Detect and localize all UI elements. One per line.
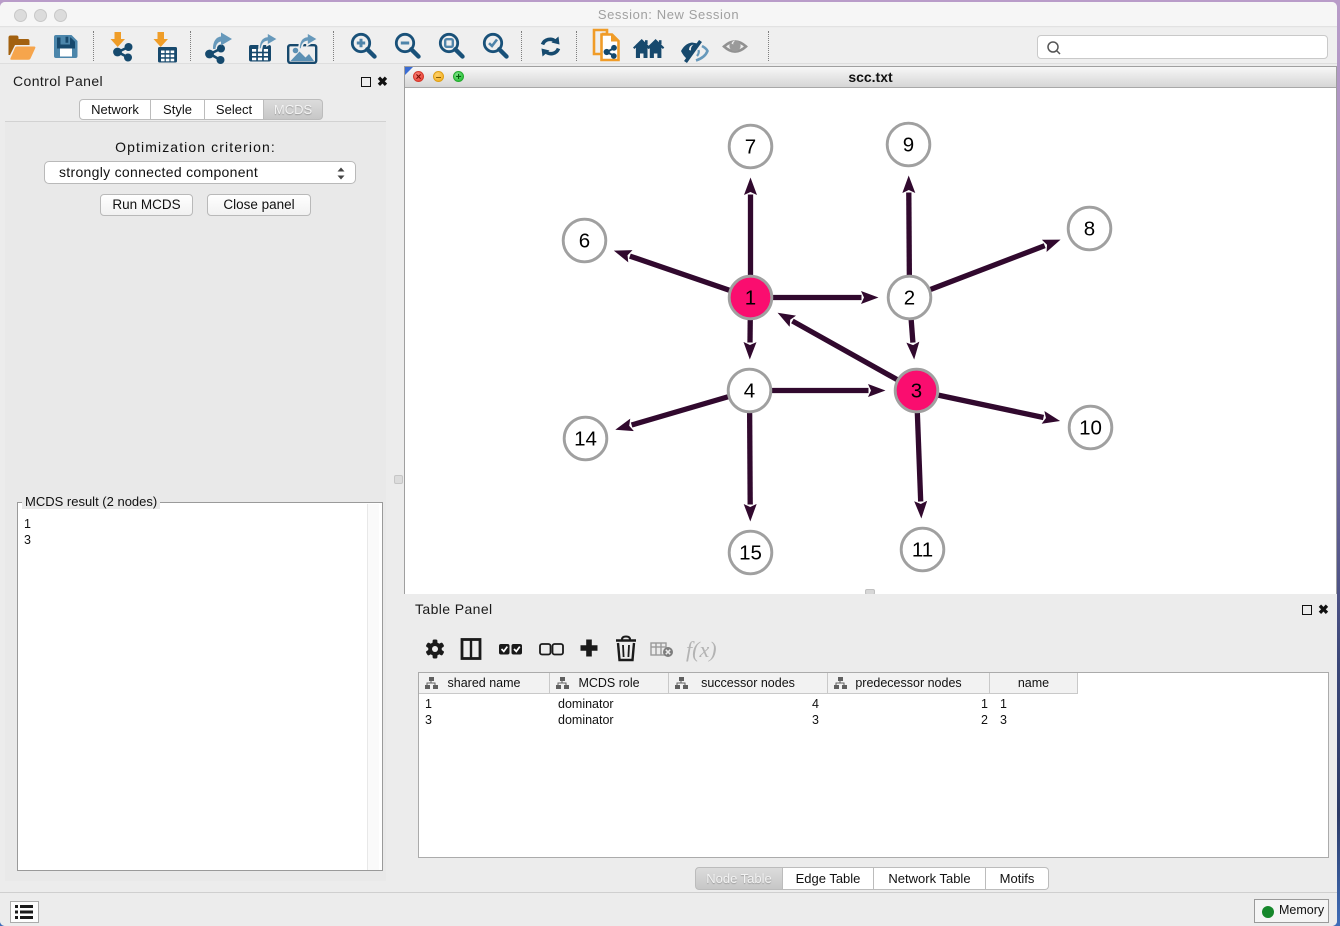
- svg-text:8: 8: [1084, 218, 1095, 241]
- svg-text:15: 15: [739, 542, 762, 565]
- svg-text:9: 9: [903, 134, 914, 157]
- svg-text:14: 14: [574, 428, 597, 451]
- svg-text:11: 11: [912, 539, 933, 562]
- svg-text:4: 4: [744, 380, 755, 403]
- svg-text:f(x): f(x): [686, 637, 717, 662]
- svg-text:10: 10: [1079, 417, 1102, 440]
- svg-text:1: 1: [745, 287, 756, 310]
- svg-text:7: 7: [745, 136, 756, 159]
- svg-text:3: 3: [911, 380, 922, 403]
- svg-text:2: 2: [904, 287, 915, 310]
- svg-text:6: 6: [579, 230, 590, 253]
